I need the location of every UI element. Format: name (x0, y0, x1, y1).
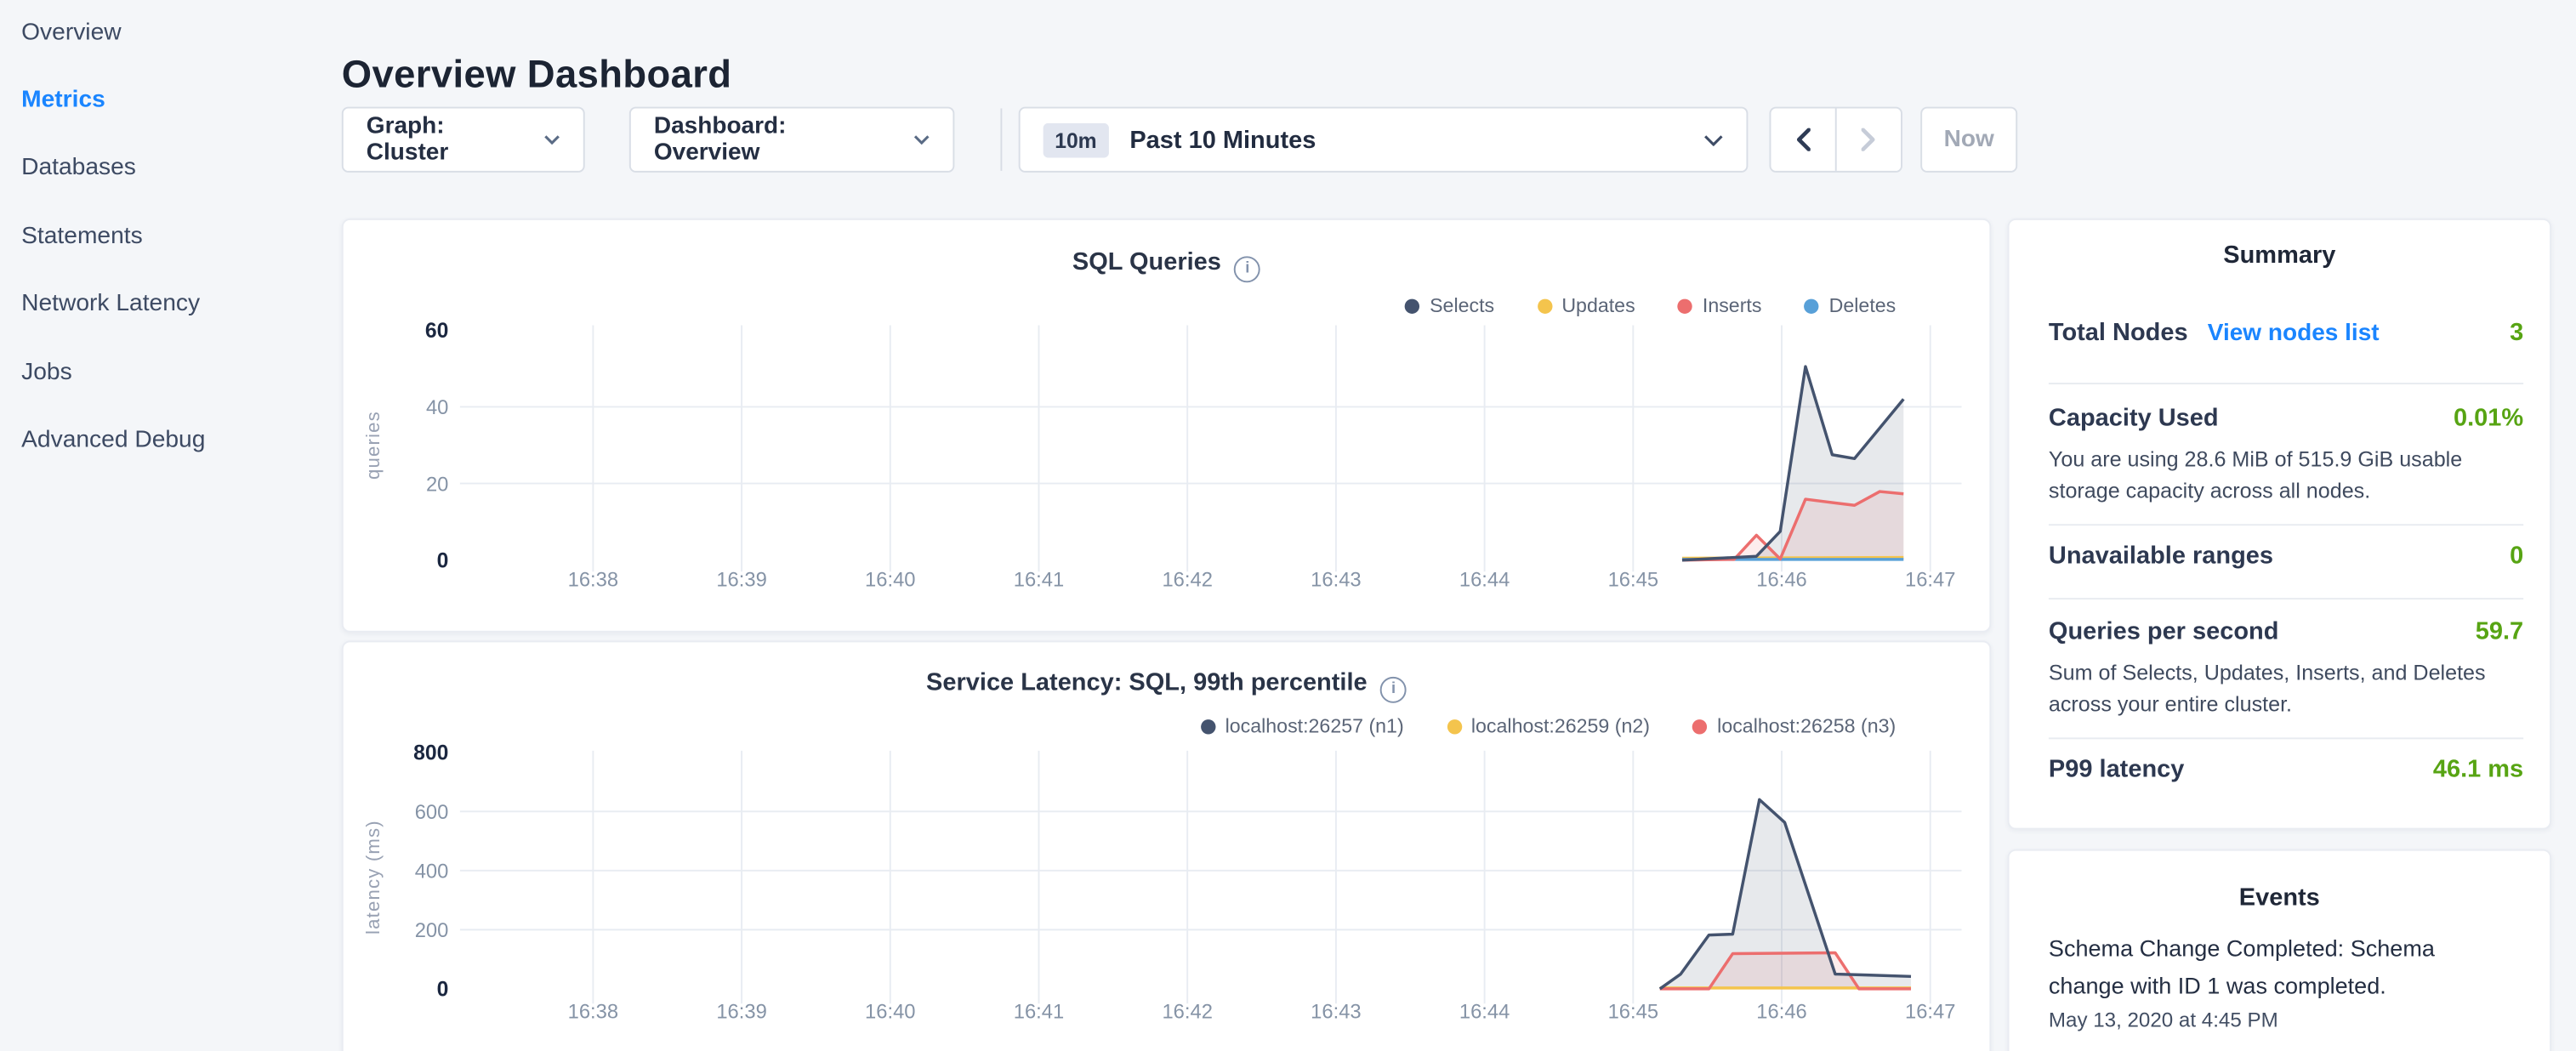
summary-label: Queries per second (2049, 617, 2279, 645)
x-tick-label: 16:39 (716, 1001, 766, 1024)
summary-label: Unavailable ranges (2049, 542, 2273, 570)
x-tick-label: 16:45 (1608, 569, 1658, 592)
sidebar-item-overview[interactable]: Overview (21, 0, 317, 66)
step-forward-button-disabled[interactable] (1835, 108, 1901, 170)
summary-description: You are using 28.6 MiB of 515.9 GiB usab… (2049, 444, 2523, 506)
divider (2049, 598, 2523, 599)
summary-value: 0.01% (2454, 404, 2523, 432)
summary-title: Summary (2010, 241, 2550, 270)
chevron-down-icon (913, 134, 930, 145)
summary-value: 46.1 ms (2433, 756, 2523, 784)
summary-label: Capacity Used (2049, 404, 2219, 432)
events-panel: Events Schema Change Completed: Schema c… (2008, 849, 2551, 1051)
summary-label: Total Nodes (2049, 319, 2188, 347)
chevron-left-icon (1795, 128, 1810, 151)
events-title: Events (2010, 883, 2550, 912)
sql-queries-chart-card: SQL Queries SelectsUpdatesInsertsDeletes… (342, 219, 1991, 633)
x-tick-label: 16:43 (1311, 569, 1361, 592)
x-tick-label: 16:42 (1162, 569, 1212, 592)
x-tick-label: 16:47 (1905, 569, 1955, 592)
service-latency-plot[interactable]: 16:38 16:39 16:40 16:41 16:42 16:43 16:44 16:45… (344, 642, 1992, 1051)
y-tick-label: 0 (437, 979, 449, 1002)
view-nodes-list-link[interactable]: View nodes list (2208, 320, 2380, 346)
x-tick-label: 16:40 (865, 1001, 915, 1024)
time-step-buttons (1770, 107, 1902, 173)
event-timestamp: May 13, 2020 at 4:45 PM (2049, 1008, 2278, 1031)
y-tick-label: 200 (415, 919, 449, 942)
y-axis-label: queries (362, 411, 384, 480)
summary-row-qps: Queries per second 59.7 (2049, 617, 2523, 645)
sidebar-item-statements[interactable]: Statements (21, 202, 317, 270)
y-tick-label: 800 (413, 741, 448, 764)
y-tick-label: 60 (425, 320, 449, 343)
graph-dropdown[interactable]: Graph: Cluster (342, 107, 585, 173)
y-tick-label: 0 (437, 549, 449, 572)
summary-row-p99-latency: P99 latency 46.1 ms (2049, 756, 2523, 784)
x-tick-label: 16:40 (865, 569, 915, 592)
time-range-label: Past 10 Minutes (1129, 126, 1316, 154)
x-tick-label: 16:47 (1905, 1001, 1955, 1024)
sidebar-item-network-latency[interactable]: Network Latency (21, 270, 317, 338)
dashboard-dropdown[interactable]: Dashboard: Overview (629, 107, 954, 173)
x-tick-label: 16:41 (1014, 1001, 1064, 1024)
summary-row-total-nodes: Total Nodes View nodes list 3 (2049, 319, 2523, 347)
time-range-badge: 10m (1043, 122, 1109, 157)
y-tick-label: 400 (415, 861, 449, 883)
sidebar-item-advanced-debug[interactable]: Advanced Debug (21, 406, 317, 474)
event-item[interactable]: Schema Change Completed: Schema change w… (2049, 929, 2448, 1005)
x-tick-label: 16:45 (1608, 1001, 1658, 1024)
summary-description: Sum of Selects, Updates, Inserts, and De… (2049, 657, 2523, 719)
page-title: Overview Dashboard (342, 48, 732, 98)
x-tick-label: 16:38 (568, 1001, 618, 1024)
summary-value: 0 (2510, 542, 2523, 570)
x-tick-label: 16:44 (1459, 1001, 1510, 1024)
y-axis-label: latency (ms) (362, 820, 384, 935)
dashboard-dropdown-label: Dashboard: Overview (654, 113, 899, 166)
summary-value: 3 (2510, 319, 2523, 347)
time-range-dropdown[interactable]: 10m Past 10 Minutes (1019, 107, 1749, 173)
sidebar-item-metrics[interactable]: Metrics (21, 66, 317, 134)
chevron-down-icon (1703, 134, 1723, 145)
service-latency-chart-card: Service Latency: SQL, 99th percentile lo… (342, 640, 1991, 1051)
step-back-button[interactable] (1771, 108, 1834, 170)
y-tick-label: 600 (415, 801, 449, 824)
sidebar-item-databases[interactable]: Databases (21, 134, 317, 202)
summary-row-capacity: Capacity Used 0.01% (2049, 404, 2523, 432)
chevron-right-icon (1862, 128, 1876, 151)
x-tick-label: 16:43 (1311, 1001, 1361, 1024)
summary-value: 59.7 (2476, 617, 2523, 645)
toolbar-divider (1000, 108, 1002, 170)
x-tick-label: 16:38 (568, 569, 618, 592)
sidebar-item-jobs[interactable]: Jobs (21, 338, 317, 406)
sidebar: Overview Metrics Databases Statements Ne… (21, 0, 317, 474)
sql-queries-plot[interactable]: 16:38 16:39 16:40 16:41 16:42 16:43 16:44 16:45… (344, 220, 1992, 633)
x-tick-label: 16:41 (1014, 569, 1064, 592)
summary-row-unavailable-ranges: Unavailable ranges 0 (2049, 542, 2523, 570)
divider (2049, 383, 2523, 384)
x-tick-label: 16:39 (716, 569, 766, 592)
x-tick-label: 16:42 (1162, 1001, 1212, 1024)
x-tick-label: 16:46 (1756, 1001, 1806, 1024)
x-tick-label: 16:44 (1459, 569, 1510, 592)
y-tick-label: 40 (426, 396, 448, 419)
now-button[interactable]: Now (1920, 107, 2017, 173)
divider (2049, 737, 2523, 739)
app-window: Overview Metrics Databases Statements Ne… (0, 0, 2576, 1051)
summary-label: P99 latency (2049, 756, 2184, 784)
chevron-down-icon (544, 134, 560, 145)
y-tick-label: 20 (426, 473, 448, 496)
graph-dropdown-label: Graph: Cluster (367, 113, 530, 166)
x-tick-label: 16:46 (1756, 569, 1806, 592)
summary-panel: Summary Total Nodes View nodes list 3 Ca… (2008, 219, 2551, 830)
divider (2049, 524, 2523, 526)
